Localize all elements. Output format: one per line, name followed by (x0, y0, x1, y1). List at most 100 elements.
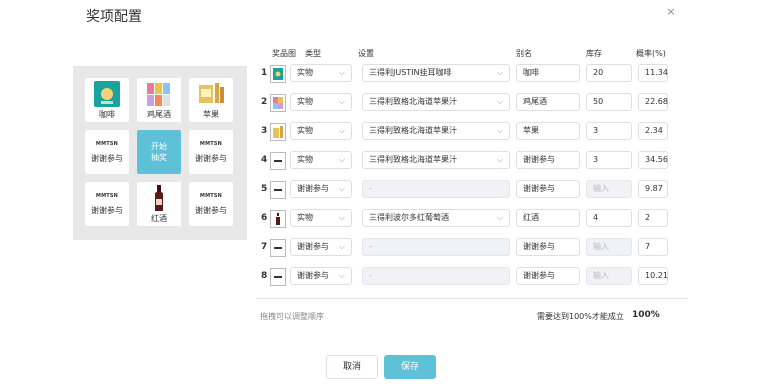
grid-cell-thanks[interactable]: MMTSN 谢谢参与 (189, 130, 233, 174)
chevron-down-icon: ⌵ (338, 213, 345, 222)
prize-thumbnail[interactable] (270, 65, 286, 83)
stock-input[interactable]: 输入 (586, 180, 632, 198)
save-button[interactable]: 保存 (384, 355, 436, 379)
table-row[interactable]: 2 实物 ⌵ 三得利致格北海道苹果汁 ⌵ 鸡尾酒 50 22.68 (256, 93, 688, 113)
type-select[interactable]: 谢谢参与 ⌵ (290, 267, 352, 285)
chevron-down-icon: ⌵ (338, 155, 345, 164)
type-select[interactable]: 实物 ⌵ (290, 122, 352, 140)
chevron-down-icon: ⌵ (496, 126, 503, 135)
setting-select[interactable]: 三得利波尔多红葡萄酒 ⌵ (362, 209, 510, 227)
drag-hint: 拖拽可以调整顺序 (260, 312, 324, 321)
start-draw-button[interactable]: 开始 抽奖 (137, 130, 181, 174)
table-row[interactable]: 5 谢谢参与 ⌵ - 谢谢参与 输入 9.87 (256, 180, 688, 200)
setting-select[interactable]: 三得利致格北海道苹果汁 ⌵ (362, 151, 510, 169)
alias-input[interactable]: 苹果 (516, 122, 580, 140)
grid-cell-thanks[interactable]: MMTSN 谢谢参与 (85, 130, 129, 174)
header-prob: 概率(%) (636, 49, 666, 58)
stock-input[interactable]: 20 (586, 64, 632, 82)
chevron-down-icon: ⌵ (496, 213, 503, 222)
grid-cell-cocktail[interactable]: 鸡尾酒 (137, 78, 181, 122)
grid-cell-label: 谢谢参与 (91, 205, 123, 215)
setting-select[interactable]: 三得利JUSTIN挂耳咖啡 ⌵ (362, 64, 510, 82)
prize-thumbnail[interactable] (270, 123, 286, 141)
prize-thumbnail[interactable] (270, 152, 286, 170)
setting-select[interactable]: - (362, 180, 510, 198)
probability-input[interactable]: 34.56 (638, 151, 668, 169)
grid-cell-thanks[interactable]: MMTSN 谢谢参与 (189, 182, 233, 226)
alias-input[interactable]: 谢谢参与 (516, 151, 580, 169)
close-icon[interactable]: × (664, 5, 678, 19)
grid-cell-label: 苹果 (203, 109, 219, 119)
chevron-down-icon: ⌵ (496, 68, 503, 77)
type-select[interactable]: 实物 ⌵ (290, 151, 352, 169)
chevron-down-icon: ⌵ (338, 242, 345, 251)
setting-select-value: - (369, 271, 372, 280)
stock-input[interactable]: 50 (586, 93, 632, 111)
chevron-down-icon: ⌵ (496, 97, 503, 106)
grid-cell-apple[interactable]: 苹果 (189, 78, 233, 122)
probability-input[interactable]: 11.34 (638, 64, 668, 82)
table-row[interactable]: 1 实物 ⌵ 三得利JUSTIN挂耳咖啡 ⌵ 咖啡 20 11.34 (256, 64, 688, 84)
alias-input[interactable]: 谢谢参与 (516, 267, 580, 285)
cocktail-thumbnail (147, 82, 170, 106)
table-row[interactable]: 8 谢谢参与 ⌵ - 谢谢参与 输入 10.21 (256, 267, 688, 287)
stock-input[interactable]: 输入 (586, 238, 632, 256)
type-select[interactable]: 实物 ⌵ (290, 93, 352, 111)
grid-cell-thanks[interactable]: MMTSN 谢谢参与 (85, 182, 129, 226)
prize-thumbnail[interactable] (270, 239, 286, 257)
setting-select-value: 三得利JUSTIN挂耳咖啡 (369, 68, 452, 77)
probability-input[interactable]: 7 (638, 238, 668, 256)
stock-input[interactable]: 输入 (586, 267, 632, 285)
prize-thumbnail[interactable] (270, 94, 286, 112)
grid-cell-coffee[interactable]: 咖啡 (85, 78, 129, 122)
table-row[interactable]: 3 实物 ⌵ 三得利致格北海道苹果汁 ⌵ 苹果 3 2.34 (256, 122, 688, 142)
type-select[interactable]: 谢谢参与 ⌵ (290, 238, 352, 256)
header-type: 类型 (305, 49, 321, 58)
alias-input[interactable]: 咖啡 (516, 64, 580, 82)
setting-select[interactable]: 三得利致格北海道苹果汁 ⌵ (362, 93, 510, 111)
probability-input[interactable]: 22.68 (638, 93, 668, 111)
setting-select-value: 三得利致格北海道苹果汁 (369, 126, 457, 135)
type-select-value: 谢谢参与 (297, 242, 329, 251)
probability-input[interactable]: 2.34 (638, 122, 668, 140)
prize-thumbnail[interactable] (270, 268, 286, 286)
chevron-down-icon: ⌵ (338, 271, 345, 280)
prize-thumbnail[interactable] (270, 210, 286, 228)
alias-input[interactable]: 谢谢参与 (516, 180, 580, 198)
type-select[interactable]: 谢谢参与 ⌵ (290, 180, 352, 198)
prize-config-table: 奖品图 类型 设置 别名 库存 概率(%) 1 实物 ⌵ 三得利JUSTIN挂耳咖啡 ⌵… (256, 46, 688, 286)
setting-select[interactable]: - (362, 267, 510, 285)
table-row[interactable]: 6 实物 ⌵ 三得利波尔多红葡萄酒 ⌵ 红酒 4 2 (256, 209, 688, 229)
type-select[interactable]: 实物 ⌵ (290, 209, 352, 227)
chevron-down-icon: ⌵ (338, 184, 345, 193)
setting-select[interactable]: - (362, 238, 510, 256)
probability-input[interactable]: 9.87 (638, 180, 668, 198)
probability-input[interactable]: 10.21 (638, 267, 668, 285)
prize-thumbnail[interactable] (270, 181, 286, 199)
table-row[interactable]: 7 谢谢参与 ⌵ - 谢谢参与 输入 7 (256, 238, 688, 258)
chevron-down-icon: ⌵ (338, 126, 345, 135)
probability-input[interactable]: 2 (638, 209, 668, 227)
grid-cell-label: 谢谢参与 (195, 153, 227, 163)
chevron-down-icon: ⌵ (338, 97, 345, 106)
coffee-thumbnail (94, 80, 120, 107)
brand-logo-icon: MMTSN (95, 192, 119, 199)
alias-input[interactable]: 谢谢参与 (516, 238, 580, 256)
stock-input[interactable]: 4 (586, 209, 632, 227)
stock-input[interactable]: 3 (586, 122, 632, 140)
start-draw-line2: 抽奖 (151, 153, 167, 162)
type-select[interactable]: 实物 ⌵ (290, 64, 352, 82)
brand-logo-icon: MMTSN (199, 192, 223, 199)
stock-input[interactable]: 3 (586, 151, 632, 169)
table-row[interactable]: 4 实物 ⌵ 三得利致格北海道苹果汁 ⌵ 谢谢参与 3 34.56 (256, 151, 688, 171)
grid-cell-wine[interactable]: 红酒 (137, 182, 181, 226)
setting-select-value: 三得利波尔多红葡萄酒 (369, 213, 449, 222)
grid-cell-label: 咖啡 (99, 109, 115, 119)
row-index: 7 (261, 242, 268, 252)
table-divider (256, 298, 688, 299)
cancel-button[interactable]: 取消 (326, 355, 378, 379)
alias-input[interactable]: 鸡尾酒 (516, 93, 580, 111)
setting-select[interactable]: 三得利致格北海道苹果汁 ⌵ (362, 122, 510, 140)
alias-input[interactable]: 红酒 (516, 209, 580, 227)
row-index: 6 (261, 213, 268, 223)
